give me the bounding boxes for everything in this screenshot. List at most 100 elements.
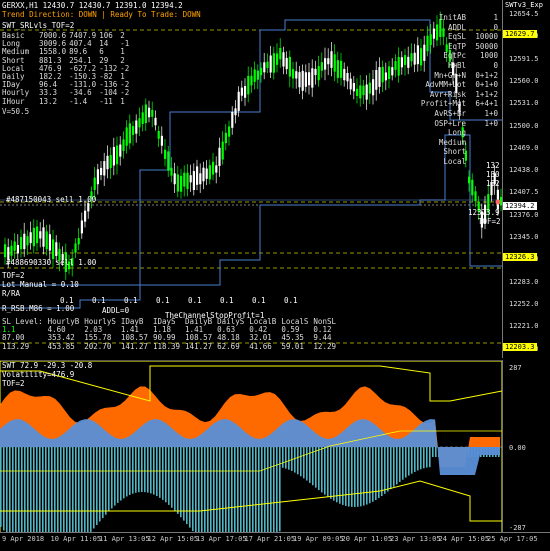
histogram-bar <box>399 447 401 483</box>
candle-body <box>260 67 263 76</box>
candle-body <box>372 79 375 96</box>
right-stat-value: 1 <box>493 13 498 22</box>
histogram-bar <box>189 447 191 528</box>
histogram-bar <box>246 447 248 551</box>
price-tick: 12654.5 <box>509 10 539 18</box>
histogram-bar <box>57 447 59 551</box>
histogram-bar <box>222 447 224 551</box>
time-tick: 17 Apr 21:05 <box>244 535 296 543</box>
histogram-bar <box>288 447 290 470</box>
candle-body <box>164 149 167 159</box>
ind-axis-bottom: -287 <box>509 524 526 532</box>
right-stat-value: 10000 <box>475 32 498 42</box>
candle-body <box>349 78 352 90</box>
right-stat-label: Local <box>443 157 466 166</box>
histogram-bar <box>6 447 8 534</box>
swt-indicator-window[interactable]: SWT 72.9 -29.3 -20.8 Volatility=476.9 TO… <box>0 360 503 551</box>
candle-body <box>384 72 387 81</box>
candle-body <box>116 145 119 165</box>
candle-body <box>218 147 221 166</box>
candle-body <box>247 75 250 95</box>
histogram-bar <box>357 447 359 507</box>
histogram-bar <box>180 447 182 518</box>
histogram-bar <box>162 447 164 500</box>
candle-body <box>205 168 208 179</box>
histogram-bar <box>423 447 425 469</box>
histogram-bar <box>315 447 317 488</box>
swt-indicator-canvas <box>0 360 503 551</box>
candle-body <box>167 151 170 171</box>
candle-body <box>112 147 115 166</box>
histogram-bar <box>24 447 26 551</box>
right-stat-value: 50000 <box>475 41 498 51</box>
histogram-bar <box>141 447 143 493</box>
candle-body <box>100 167 103 176</box>
histogram-bar <box>36 447 38 551</box>
right-stat-label: OSP+Lre <box>434 118 466 128</box>
histogram-bar <box>258 447 260 551</box>
right-stat-label: Profit+Mgt <box>420 99 466 109</box>
candle-body <box>359 85 362 99</box>
right-stat-label: AdvMM+Lot <box>425 80 466 90</box>
histogram-bar <box>354 447 356 507</box>
histogram-bar <box>342 447 344 505</box>
histogram-bar <box>345 447 347 506</box>
histogram-bar <box>270 447 272 542</box>
histogram-bar <box>108 447 110 512</box>
histogram-bar <box>402 447 404 480</box>
price-tag: 12394.2 <box>503 202 537 210</box>
price-axis[interactable]: 12654.512623.012591.512560.012531.012500… <box>502 0 550 358</box>
stats-row: IHour 13.2 -1.4 -11 1 <box>2 96 132 106</box>
stats-cell: -1.4 <box>69 96 88 106</box>
histogram-bar <box>318 447 320 491</box>
histogram-bar <box>156 447 158 497</box>
histogram-bar <box>219 447 221 551</box>
indicator-name: SWT_SRLvls_TOF=2 <box>2 21 75 30</box>
histogram-bar <box>243 447 245 551</box>
sl-table: SL Level: HourlyB HourlyS IDayB IDayS DailyB D… <box>2 317 341 351</box>
right-stat-value: 1+0 <box>484 118 498 128</box>
histogram-bar <box>204 447 206 545</box>
overlay-price-3: 132 <box>486 179 500 188</box>
histogram-bar <box>297 447 299 475</box>
candle-body <box>148 107 151 118</box>
histogram-bar <box>105 447 107 515</box>
candle-body <box>263 62 266 73</box>
histogram-bar <box>114 447 116 506</box>
price-chart[interactable]: GERXX,H1 12430.7 12430.7 12391.0 12394.2… <box>0 0 503 358</box>
candle-body <box>13 241 16 251</box>
histogram-bar <box>405 447 407 478</box>
candle-body <box>170 167 173 176</box>
price-tag: 12629.7 <box>503 30 537 38</box>
sl-cell: 59.01 <box>281 341 304 351</box>
volatility-label: Volatility=476.9 <box>2 370 75 379</box>
overlay-price-2: 130 <box>486 170 500 179</box>
candle-body <box>368 82 371 94</box>
time-tick: 24 Apr 15:05 <box>438 535 490 543</box>
right-stat-label: InitAB <box>438 13 466 22</box>
candle-body <box>244 86 247 98</box>
sell-order-1-label[interactable]: #487150043 sell 1.00 <box>6 196 96 204</box>
candle-body <box>77 237 80 245</box>
sl-cell: 62.69 <box>217 341 240 351</box>
stats-cell: IHour <box>2 96 25 106</box>
time-axis: 9 Apr 2018 10 Apr 11:05 11 Apr 13:05 12 Apr… <box>0 532 550 551</box>
right-stat-value: 0 <box>493 61 498 70</box>
right-stat-value: 1000 <box>479 51 498 61</box>
histogram-bar <box>378 447 380 499</box>
histogram-bar <box>348 447 350 507</box>
histogram-bar <box>123 447 125 499</box>
right-stat-value: 0 <box>493 22 498 32</box>
price-tick: 12438.0 <box>509 166 539 175</box>
histogram-bar <box>15 447 17 544</box>
candle-body <box>215 165 218 173</box>
histogram-bar <box>432 447 434 457</box>
histogram-bar <box>177 447 179 514</box>
candle-body <box>330 51 333 68</box>
candle-body <box>160 135 163 146</box>
histogram-bar <box>210 447 212 550</box>
candle-body <box>183 172 186 187</box>
bottom-tof: TOF=2 <box>2 271 25 280</box>
histogram-bar <box>255 447 257 551</box>
sell-order-2-label[interactable]: #488690330 sell 1.00 <box>6 259 96 267</box>
